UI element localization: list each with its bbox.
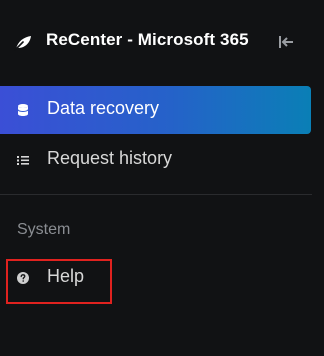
nav-item-data-recovery[interactable]: Data recovery [0,86,311,134]
database-icon [17,104,29,116]
leaf-icon [14,36,31,51]
list-icon [17,156,29,165]
nav-item-help[interactable]: Help [0,254,311,302]
divider [0,194,312,195]
help-circle-icon [17,272,29,284]
nav-item-label: Request history [47,148,173,168]
nav-item-label: Data recovery [47,98,160,118]
app-title: ReCenter - Microsoft 365 [46,30,249,49]
nav-item-label: Help [47,266,85,286]
collapse-sidebar-icon[interactable] [278,34,296,50]
nav-item-request-history[interactable]: Request history [0,136,311,184]
sidebar-header: ReCenter - Microsoft 365 [0,22,324,62]
section-label-system: System [17,221,71,238]
sidebar: ReCenter - Microsoft 365 Data recovery R… [0,0,324,356]
